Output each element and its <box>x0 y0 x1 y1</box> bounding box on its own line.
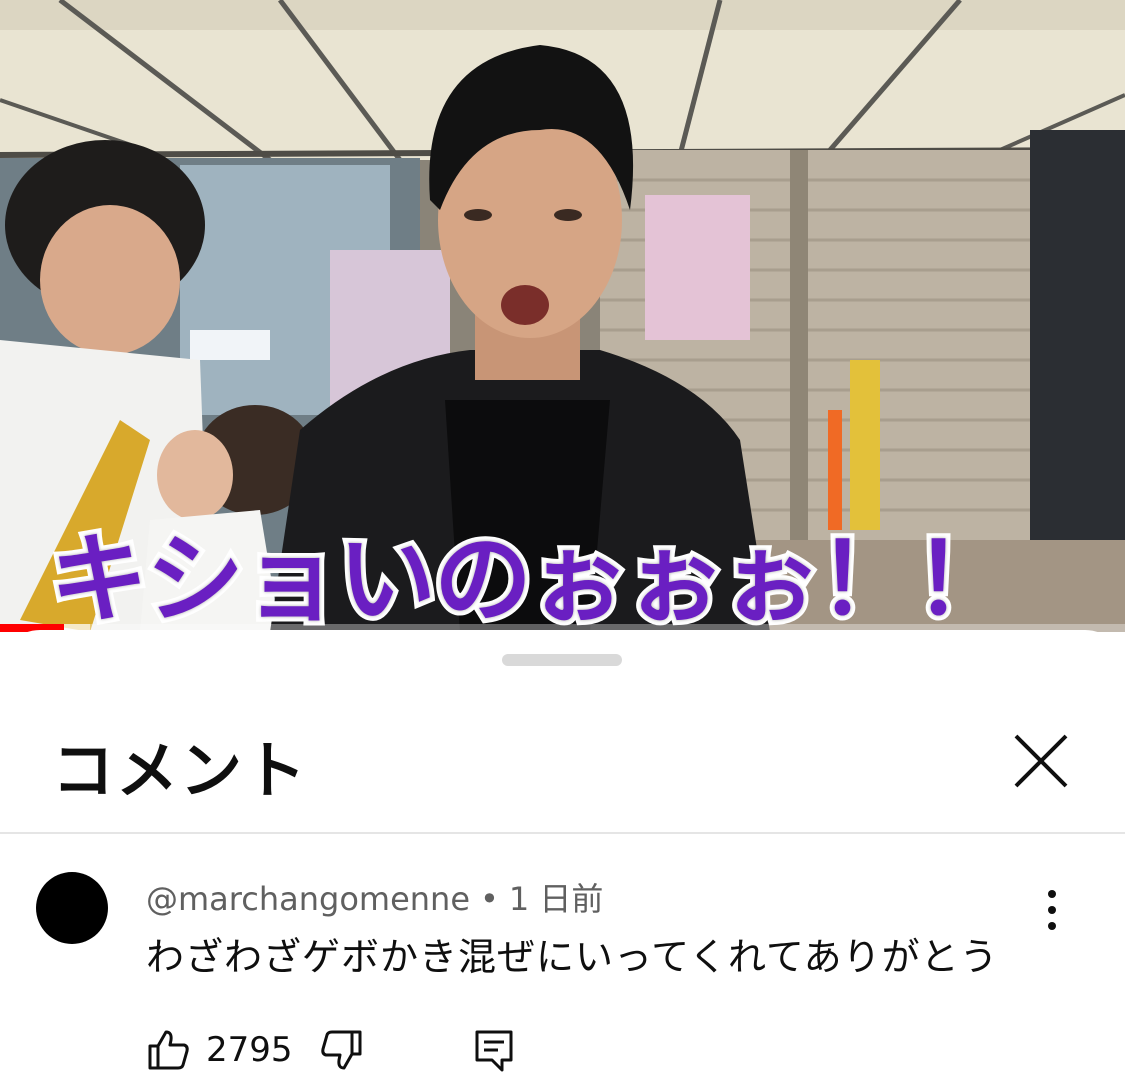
divider <box>0 832 1125 834</box>
drag-handle[interactable] <box>502 654 622 666</box>
more-vert-icon <box>1048 890 1056 930</box>
more-options-button[interactable] <box>1032 888 1072 932</box>
close-icon <box>1014 734 1068 788</box>
comment-time: 1 日前 <box>508 880 604 918</box>
thumbs-up-icon <box>148 1030 189 1070</box>
video-player[interactable]: キショいのぉぉぉ！！ <box>0 0 1125 632</box>
meta-separator: • <box>480 880 499 918</box>
close-button[interactable] <box>1006 726 1076 796</box>
comment-meta: @marchangomenne • 1 日前 <box>146 874 603 920</box>
comment-text: わざわざゲボかき混ぜにいってくれてありがとう <box>146 935 999 979</box>
like-count: 2795 <box>206 1030 293 1070</box>
thumbs-down-icon <box>321 1030 362 1070</box>
comments-title: コメント <box>52 734 309 807</box>
reply-icon <box>475 1030 513 1072</box>
comments-sheet: コメント @marchangomenne • 1 日前 わざわざゲボかき混ぜにいって… <box>0 630 1125 1082</box>
reply-button[interactable] <box>472 1028 516 1072</box>
dislike-button[interactable] <box>320 1028 364 1072</box>
like-button[interactable] <box>146 1028 190 1072</box>
avatar[interactable] <box>36 872 108 944</box>
comment-author[interactable]: @marchangomenne <box>146 880 470 918</box>
video-caption: キショいのぉぉぉ！！ <box>45 518 1017 632</box>
